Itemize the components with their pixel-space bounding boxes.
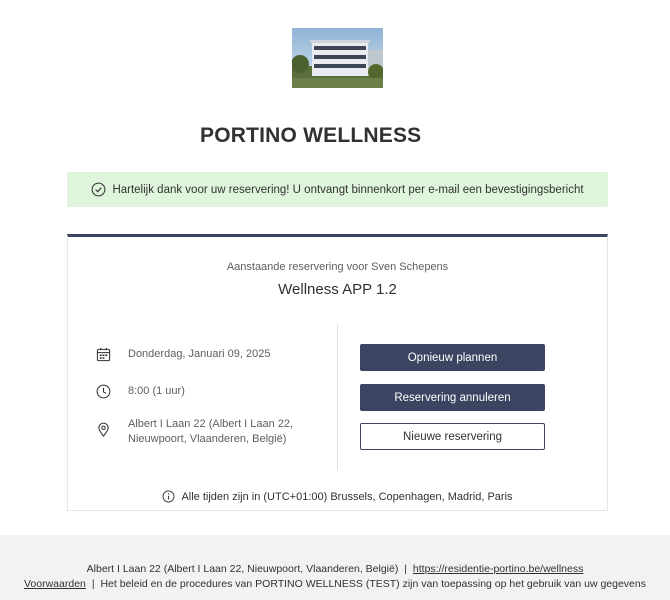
booking-location: Albert I Laan 22 (Albert I Laan 22, Nieu… [128, 417, 293, 447]
service-name: Wellness APP 1.2 [278, 281, 397, 298]
clock-icon [96, 384, 111, 399]
new-reservation-button[interactable]: Nieuwe reservering [360, 423, 545, 450]
footer-line-2: Voorwaarden | Het beleid en de procedure… [0, 578, 670, 590]
column-divider [337, 324, 338, 470]
success-message: Hartelijk dank voor uw reservering! U on… [112, 183, 584, 196]
footer-line-1: Albert I Laan 22 (Albert I Laan 22, Nieu… [0, 563, 670, 575]
page-footer: Albert I Laan 22 (Albert I Laan 22, Nieu… [0, 535, 670, 600]
success-banner: Hartelijk dank voor uw reservering! U on… [67, 172, 608, 207]
booking-card: Aanstaande reservering voor Sven Schepen… [67, 234, 608, 511]
calendar-icon [96, 347, 111, 362]
booking-time: 8:00 (1 uur) [128, 385, 185, 397]
location-row: Albert I Laan 22 (Albert I Laan 22, Nieu… [96, 417, 293, 447]
location-pin-icon [96, 422, 111, 437]
website-link[interactable]: https://residentie-portino.be/wellness [413, 563, 583, 575]
date-row: Donderdag, Januari 09, 2025 [96, 347, 271, 362]
terms-link[interactable]: Voorwaarden [24, 578, 86, 590]
policy-text: Het beleid en de procedures van PORTINO … [100, 578, 646, 590]
booking-date: Donderdag, Januari 09, 2025 [128, 348, 271, 360]
check-circle-icon [91, 182, 106, 197]
page-title: PORTINO WELLNESS [200, 124, 422, 147]
cancel-reservation-button[interactable]: Reservering annuleren [360, 384, 545, 411]
footer-address: Albert I Laan 22 (Albert I Laan 22, Nieu… [86, 563, 399, 575]
reschedule-button[interactable]: Opnieuw plannen [360, 344, 545, 371]
timezone-text: Alle tijden zijn in (UTC+01:00) Brussels… [181, 490, 513, 503]
time-row: 8:00 (1 uur) [96, 384, 185, 399]
footer-separator: | [404, 563, 407, 575]
location-line-2: Nieuwpoort, Vlaanderen, België) [128, 433, 287, 445]
footer-separator: | [91, 578, 95, 590]
building-photo [292, 28, 383, 88]
location-line-1: Albert I Laan 22 (Albert I Laan 22, [128, 418, 294, 430]
timezone-note: Alle tijden zijn in (UTC+01:00) Brussels… [68, 490, 607, 503]
booking-subtitle: Aanstaande reservering voor Sven Schepen… [226, 261, 449, 273]
info-icon [162, 490, 175, 503]
